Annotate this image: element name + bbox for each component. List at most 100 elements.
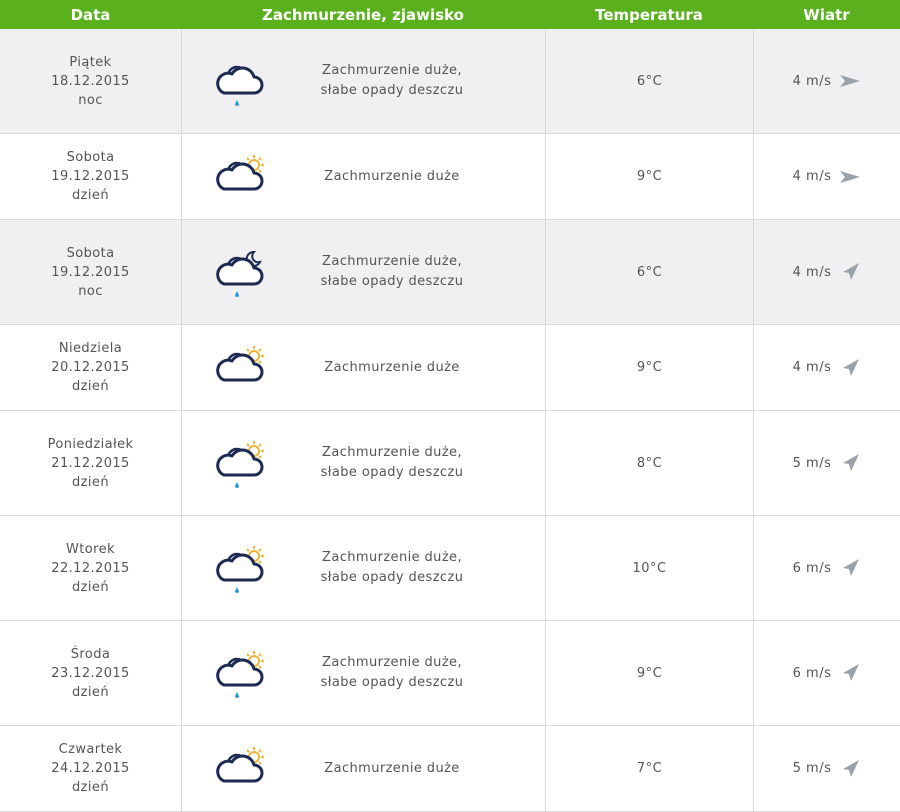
condition-text: Zachmurzenie duże	[324, 168, 460, 184]
temperature-cell: 6°C	[545, 29, 753, 133]
date-cell: Sobota 19.12.2015 noc	[0, 220, 181, 324]
table-row: Wtorek 22.12.2015 dzień Zachmurzenie duż…	[0, 516, 900, 621]
table-row: Sobota 19.12.2015 dzień Zachmurzenie duż…	[0, 134, 900, 220]
wind-speed: 4 m/s	[792, 360, 832, 375]
temperature-cell: 10°C	[545, 516, 753, 620]
header-date: Data	[70, 5, 111, 24]
date-value: 19.12.2015	[51, 264, 130, 280]
condition-cell: Zachmurzenie duże	[181, 325, 545, 410]
temperature-cell: 7°C	[545, 726, 753, 811]
cloud-sun-icon	[216, 345, 264, 381]
date-cell: Sobota 19.12.2015 dzień	[0, 134, 181, 219]
cloud-sun-rain-icon	[216, 651, 264, 698]
table-row: Czwartek 24.12.2015 dzień Zachmurzenie d…	[0, 726, 900, 812]
day-period: dzień	[72, 188, 109, 203]
wind-speed: 6 m/s	[792, 560, 832, 576]
date-value: 24.12.2015	[51, 761, 130, 776]
date-cell: Niedziela 20.12.2015 dzień	[0, 325, 181, 410]
day-period: dzień	[72, 579, 109, 595]
wind-arrow-northeast-icon	[843, 454, 860, 471]
header-temperature: Temperatura	[595, 5, 703, 24]
wind-cell: 6 m/s	[753, 621, 900, 725]
wind-speed: 4 m/s	[792, 73, 832, 89]
day-name: Piątek	[69, 54, 112, 70]
day-name: Środa	[70, 646, 111, 662]
cloud-sun-icon	[216, 154, 264, 190]
date-value: 19.12.2015	[51, 169, 130, 184]
date-cell: Piątek 18.12.2015 noc	[0, 29, 181, 133]
date-value: 20.12.2015	[51, 360, 130, 375]
date-cell: Czwartek 24.12.2015 dzień	[0, 726, 181, 811]
table-header: Data Zachmurzenie, zjawisko Temperatura …	[0, 0, 900, 29]
wind-cell: 4 m/s	[753, 134, 900, 219]
wind-cell: 5 m/s	[753, 411, 900, 515]
forecast-table: Data Zachmurzenie, zjawisko Temperatura …	[0, 0, 900, 812]
wind-speed: 6 m/s	[792, 665, 832, 681]
day-period: dzień	[72, 780, 109, 795]
wind-speed: 4 m/s	[792, 169, 832, 184]
wind-cell: 6 m/s	[753, 516, 900, 620]
condition-cell: Zachmurzenie duże, słabe opady deszczu	[181, 411, 545, 515]
condition-text: Zachmurzenie duże, słabe opady deszczu	[320, 254, 464, 289]
cloud-sun-rain-icon	[216, 546, 264, 593]
wind-arrow-northeast-icon	[843, 358, 860, 376]
table-row: Sobota 19.12.2015 noc Zachmurzenie duże,…	[0, 220, 900, 325]
day-period: dzień	[72, 474, 109, 490]
day-period: noc	[78, 92, 103, 108]
date-value: 18.12.2015	[51, 73, 130, 89]
table-row: Niedziela 20.12.2015 dzień Zachmurzenie …	[0, 325, 900, 411]
day-name: Sobota	[66, 245, 115, 261]
temperature-cell: 6°C	[545, 220, 753, 324]
cloud-moon-rain-icon	[216, 250, 264, 297]
condition-text: Zachmurzenie duże, słabe opady deszczu	[320, 655, 464, 690]
condition-text: Zachmurzenie duże, słabe opady deszczu	[320, 445, 464, 480]
date-value: 21.12.2015	[51, 455, 130, 471]
wind-arrow-northeast-icon	[843, 664, 860, 681]
cloud-rain-night-icon	[216, 65, 264, 106]
condition-cell: Zachmurzenie duże, słabe opady deszczu	[181, 516, 545, 620]
wind-cell: 4 m/s	[753, 220, 900, 324]
temperature-cell: 8°C	[545, 411, 753, 515]
condition-cell: Zachmurzenie duże	[181, 134, 545, 219]
condition-cell: Zachmurzenie duże, słabe opady deszczu	[181, 29, 545, 133]
table-row: Piątek 18.12.2015 noc Zachmurzenie duże,…	[0, 29, 900, 134]
temperature-cell: 9°C	[545, 621, 753, 725]
day-name: Wtorek	[66, 541, 115, 557]
wind-speed: 4 m/s	[792, 264, 832, 280]
table-row: Poniedziałek 21.12.2015 dzień Zachmurzen…	[0, 411, 900, 516]
wind-cell: 4 m/s	[753, 29, 900, 133]
table-row: Środa 23.12.2015 dzień Zachmurzenie duże…	[0, 621, 900, 726]
cloud-sun-rain-icon	[216, 441, 264, 488]
date-cell: Poniedziałek 21.12.2015 dzień	[0, 411, 181, 515]
date-value: 22.12.2015	[51, 560, 130, 576]
condition-text: Zachmurzenie duże, słabe opady deszczu	[320, 63, 464, 98]
wind-speed: 5 m/s	[792, 455, 832, 471]
day-name: Poniedziałek	[47, 436, 134, 452]
date-value: 23.12.2015	[51, 665, 130, 681]
wind-arrow-east-icon	[840, 170, 861, 183]
condition-text: Zachmurzenie duże	[324, 359, 460, 375]
wind-arrow-northeast-icon	[843, 559, 860, 576]
day-name: Sobota	[66, 150, 115, 165]
cloud-sun-icon	[216, 746, 264, 782]
day-name: Czwartek	[58, 742, 123, 757]
condition-text: Zachmurzenie duże	[324, 760, 460, 776]
wind-cell: 4 m/s	[753, 325, 900, 410]
condition-cell: Zachmurzenie duże, słabe opady deszczu	[181, 220, 545, 324]
wind-cell: 5 m/s	[753, 726, 900, 811]
date-cell: Środa 23.12.2015 dzień	[0, 621, 181, 725]
condition-cell: Zachmurzenie duże, słabe opady deszczu	[181, 621, 545, 725]
day-period: dzień	[72, 379, 109, 394]
wind-speed: 5 m/s	[792, 761, 832, 776]
temperature-cell: 9°C	[545, 325, 753, 410]
header-condition: Zachmurzenie, zjawisko	[262, 5, 464, 24]
date-cell: Wtorek 22.12.2015 dzień	[0, 516, 181, 620]
day-period: noc	[78, 283, 103, 299]
wind-arrow-northeast-icon	[843, 263, 860, 280]
wind-arrow-east-icon	[840, 75, 861, 87]
wind-arrow-northeast-icon	[843, 759, 860, 777]
header-wind: Wiatr	[803, 5, 850, 24]
day-period: dzień	[72, 684, 109, 700]
condition-text: Zachmurzenie duże, słabe opady deszczu	[320, 550, 464, 585]
temperature-cell: 9°C	[545, 134, 753, 219]
